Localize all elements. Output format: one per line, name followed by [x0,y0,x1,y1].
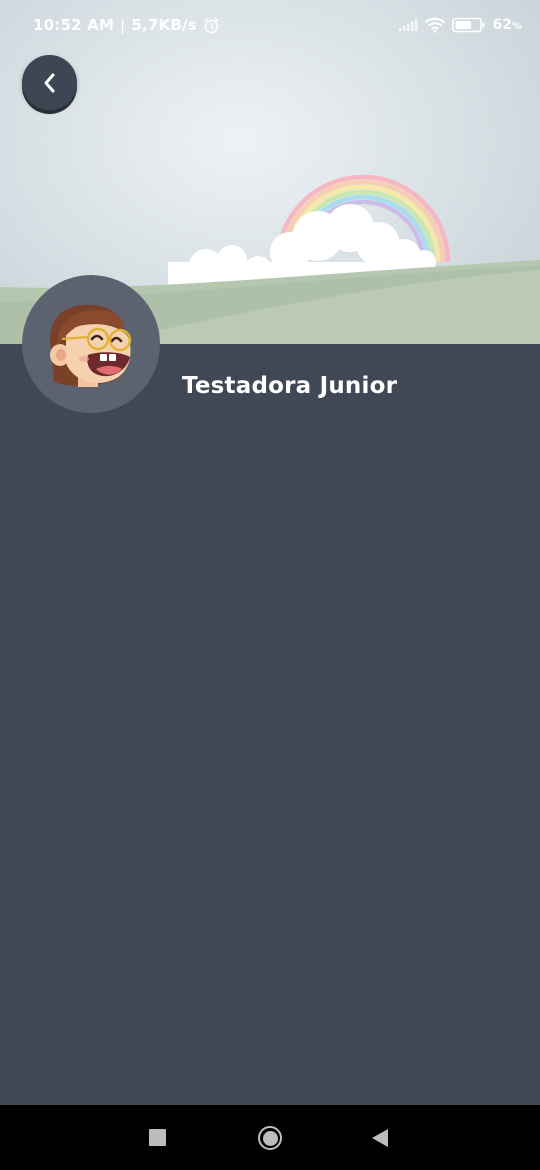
system-navigation-bar [0,1105,540,1170]
status-separator: | [120,16,126,34]
battery-percent: 62% [492,17,522,33]
status-time: 10:52 AM [33,16,115,34]
chevron-left-icon [44,73,54,92]
girl-avatar-illustration [50,304,132,387]
battery-percent-unit: % [511,21,522,32]
nav-back-triangle-icon[interactable] [371,1128,389,1148]
signal-icon [399,19,418,31]
profile-name: Testadora Junior [182,373,398,399]
back-button[interactable] [22,55,77,110]
battery-percent-value: 62 [492,17,512,33]
status-network-speed: 5,7KB/s [131,16,197,34]
status-bar: 10:52 AM | 5,7KB/s 62% [0,0,540,50]
nav-recents-square-icon[interactable] [149,1129,166,1146]
wifi-icon [425,17,446,33]
nav-home-circle-icon[interactable] [258,1126,282,1150]
alarm-icon [204,17,219,33]
battery-icon [452,17,485,33]
avatar[interactable] [22,275,160,413]
